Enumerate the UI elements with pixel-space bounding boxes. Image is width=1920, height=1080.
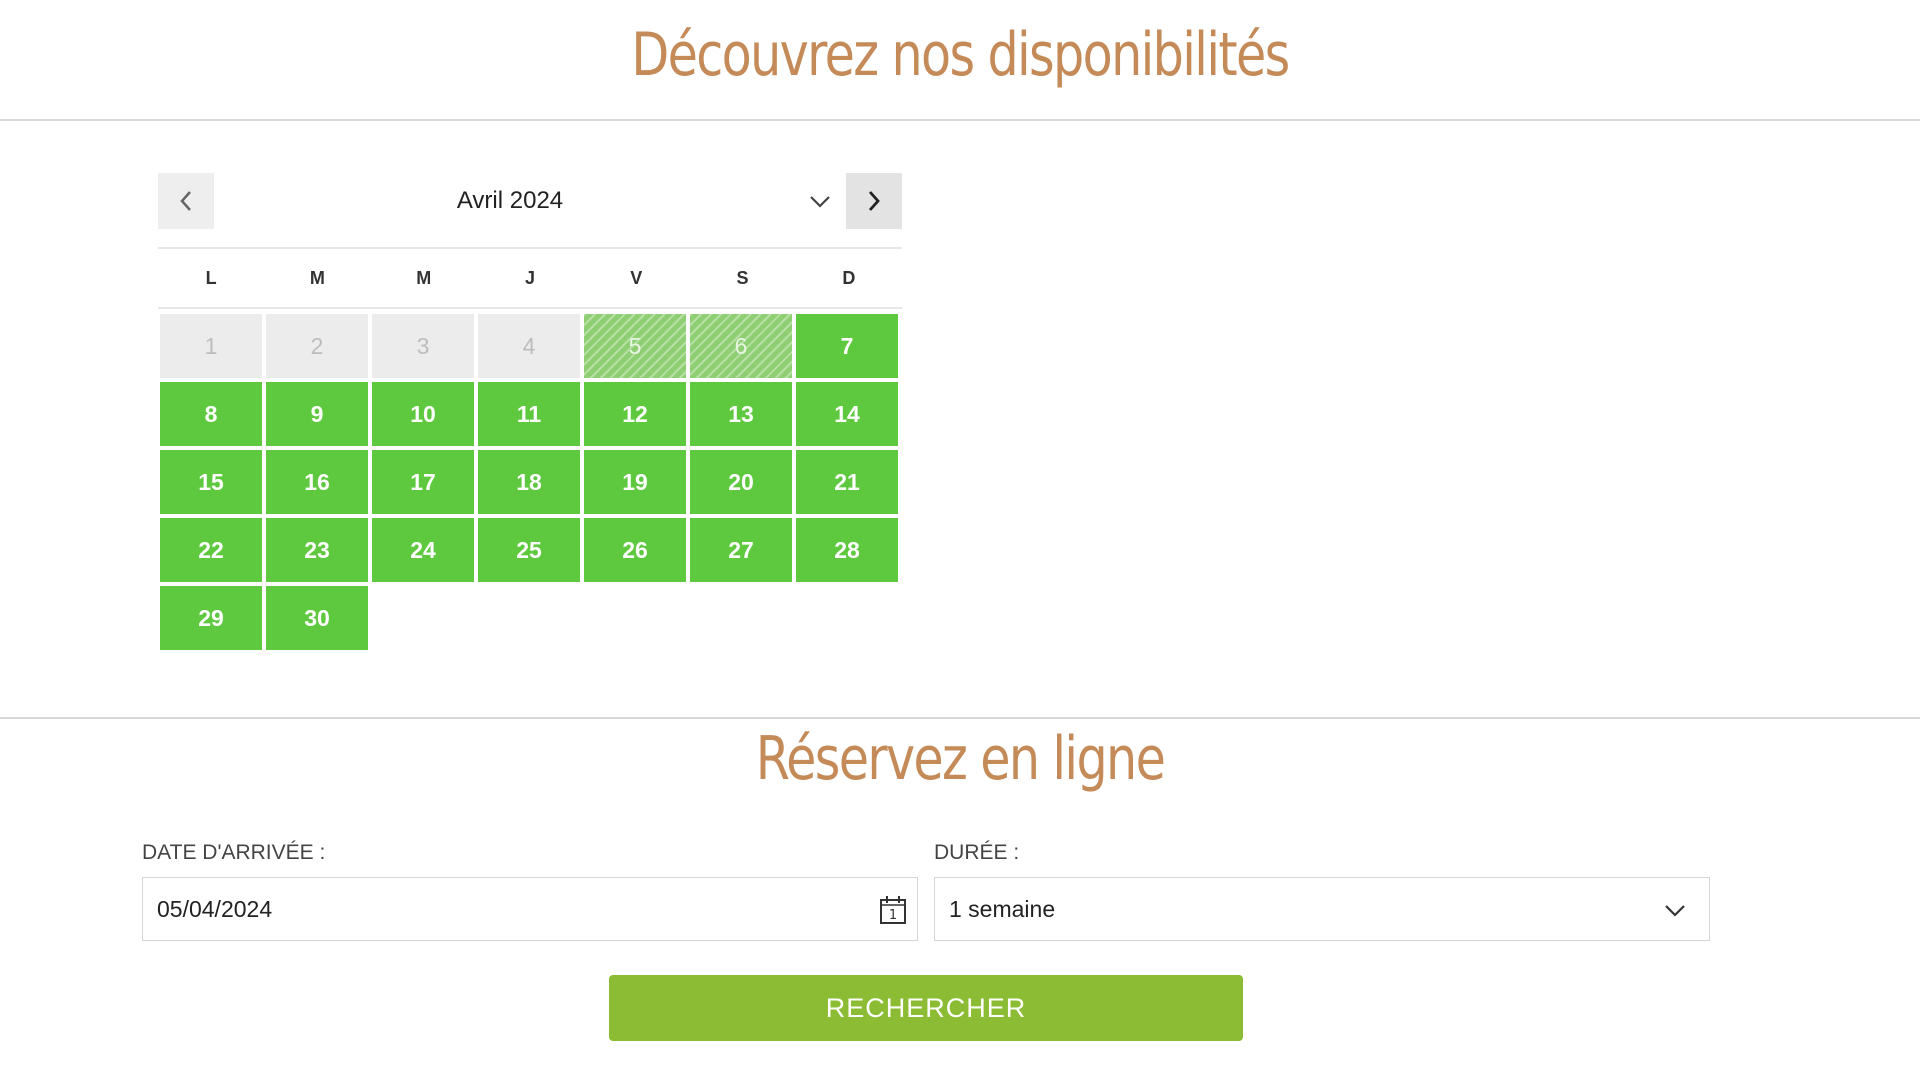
weekday-label: L bbox=[205, 267, 217, 288]
chevron-down-icon bbox=[1657, 892, 1693, 928]
calendar-day[interactable]: 8 bbox=[160, 382, 262, 446]
weekday-label: D bbox=[842, 267, 856, 288]
calendar-day: 3 bbox=[372, 314, 474, 378]
calendar-day: 4 bbox=[478, 314, 580, 378]
weekday-label: J bbox=[524, 267, 535, 288]
divider bbox=[0, 119, 1920, 121]
duration-value: 1 semaine bbox=[949, 896, 1056, 922]
weekday-header: L M M J V S D bbox=[158, 247, 902, 309]
calendar-day[interactable]: 12 bbox=[584, 382, 686, 446]
calendar-day[interactable]: 14 bbox=[796, 382, 898, 446]
calendar-day[interactable]: 29 bbox=[160, 586, 262, 650]
duration-label: DURÉE : bbox=[934, 841, 1020, 864]
calendar-day[interactable]: 28 bbox=[796, 518, 898, 582]
calendar-header: Avril 2024 bbox=[158, 173, 902, 229]
duration-select[interactable]: 1 semaine bbox=[934, 877, 1710, 941]
calendar-day[interactable]: 20 bbox=[690, 450, 792, 514]
booking-title: Réservez en ligne bbox=[755, 724, 1166, 794]
day-grid: 1 2 3 4 5 6 7 8 9 10 11 12 13 14 15 16 17 18 19 20 21 22 23 24 2… bbox=[158, 314, 902, 650]
search-button[interactable]: RECHERCHER bbox=[609, 975, 1243, 1041]
svg-text:1: 1 bbox=[889, 908, 897, 923]
calendar-day[interactable]: 7 bbox=[796, 314, 898, 378]
calendar-icon[interactable]: 1 bbox=[875, 892, 911, 928]
availability-calendar: Avril 2024 L M M J V S D 1 2 3 4 5 6 7 8 9 10 11 12… bbox=[158, 173, 902, 650]
weekday-label: M bbox=[309, 267, 325, 288]
calendar-day[interactable]: 17 bbox=[372, 450, 474, 514]
calendar-day[interactable]: 25 bbox=[478, 518, 580, 582]
calendar-day[interactable]: 16 bbox=[266, 450, 368, 514]
calendar-day[interactable]: 18 bbox=[478, 450, 580, 514]
calendar-day[interactable]: 10 bbox=[372, 382, 474, 446]
calendar-day[interactable]: 21 bbox=[796, 450, 898, 514]
calendar-day[interactable]: 6 bbox=[690, 314, 792, 378]
arrival-date-input[interactable]: 05/04/2024 1 bbox=[142, 877, 918, 941]
divider bbox=[0, 717, 1920, 719]
calendar-day: 1 bbox=[160, 314, 262, 378]
next-month-button[interactable] bbox=[846, 173, 902, 229]
weekday-label: V bbox=[630, 267, 643, 288]
arrival-date-value: 05/04/2024 bbox=[157, 896, 273, 922]
month-select-button[interactable] bbox=[806, 187, 834, 215]
calendar-day[interactable]: 9 bbox=[266, 382, 368, 446]
month-label[interactable]: Avril 2024 bbox=[158, 187, 862, 215]
availability-title: Découvrez nos disponibilités bbox=[631, 20, 1290, 90]
chevron-right-icon bbox=[868, 191, 880, 211]
chevron-down-icon bbox=[810, 196, 830, 208]
calendar-day[interactable]: 19 bbox=[584, 450, 686, 514]
weekday-label: S bbox=[736, 267, 749, 288]
calendar-day[interactable]: 30 bbox=[266, 586, 368, 650]
calendar-day[interactable]: 26 bbox=[584, 518, 686, 582]
calendar-day[interactable]: 11 bbox=[478, 382, 580, 446]
calendar-day[interactable]: 22 bbox=[160, 518, 262, 582]
weekday-label: M bbox=[416, 267, 432, 288]
calendar-day[interactable]: 13 bbox=[690, 382, 792, 446]
calendar-day: 2 bbox=[266, 314, 368, 378]
calendar-day[interactable]: 15 bbox=[160, 450, 262, 514]
calendar-day[interactable]: 27 bbox=[690, 518, 792, 582]
availability-page: Découvrez nos disponibilités Avril 2024 bbox=[0, 0, 1920, 1080]
calendar-day[interactable]: 24 bbox=[372, 518, 474, 582]
calendar-day[interactable]: 5 bbox=[584, 314, 686, 378]
calendar-day[interactable]: 23 bbox=[266, 518, 368, 582]
arrival-date-label: DATE D'ARRIVÉE : bbox=[142, 841, 326, 864]
